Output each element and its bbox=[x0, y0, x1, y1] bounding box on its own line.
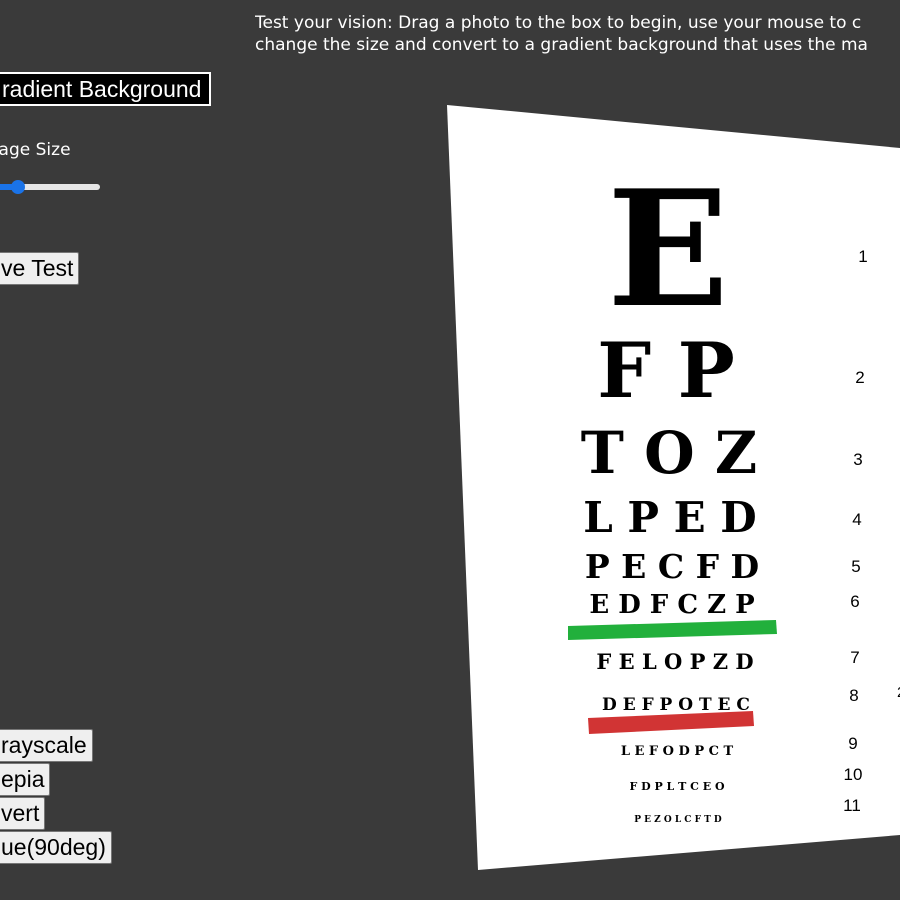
line-number-4: 4 bbox=[852, 510, 861, 529]
chart-row-10: F D P L T C E O bbox=[629, 780, 724, 793]
line-number-2: 2 bbox=[855, 368, 864, 387]
chart-row-5: P E C F D bbox=[585, 547, 759, 586]
line-number-11: 11 bbox=[843, 796, 861, 815]
chart-row-2: F P bbox=[597, 326, 735, 415]
line-number-5: 5 bbox=[851, 557, 860, 576]
line-number-3: 3 bbox=[853, 450, 862, 469]
eye-chart-image: E F P T O Z L P E D P E C F D E D F C Z … bbox=[447, 105, 900, 870]
line-number-8: 8 bbox=[849, 686, 858, 705]
line-number-9: 9 bbox=[848, 734, 857, 753]
chart-row-7: F E L O P Z D bbox=[596, 649, 753, 674]
chart-row-3: T O Z bbox=[581, 419, 757, 487]
chart-row-4: L P E D bbox=[583, 493, 756, 542]
chart-row-6: E D F C Z P bbox=[589, 590, 754, 620]
chart-row-11: P E Z O L C F T D bbox=[634, 815, 722, 825]
chart-row-1: E bbox=[607, 155, 729, 343]
chart-row-8: D E F P O T E C bbox=[602, 695, 750, 715]
chart-row-9: L E F O D P C T bbox=[621, 744, 734, 759]
line-number-7: 7 bbox=[850, 648, 859, 667]
line-number-1: 1 bbox=[858, 247, 867, 266]
line-number-10: 10 bbox=[844, 765, 863, 784]
line-number-6: 6 bbox=[850, 592, 859, 611]
